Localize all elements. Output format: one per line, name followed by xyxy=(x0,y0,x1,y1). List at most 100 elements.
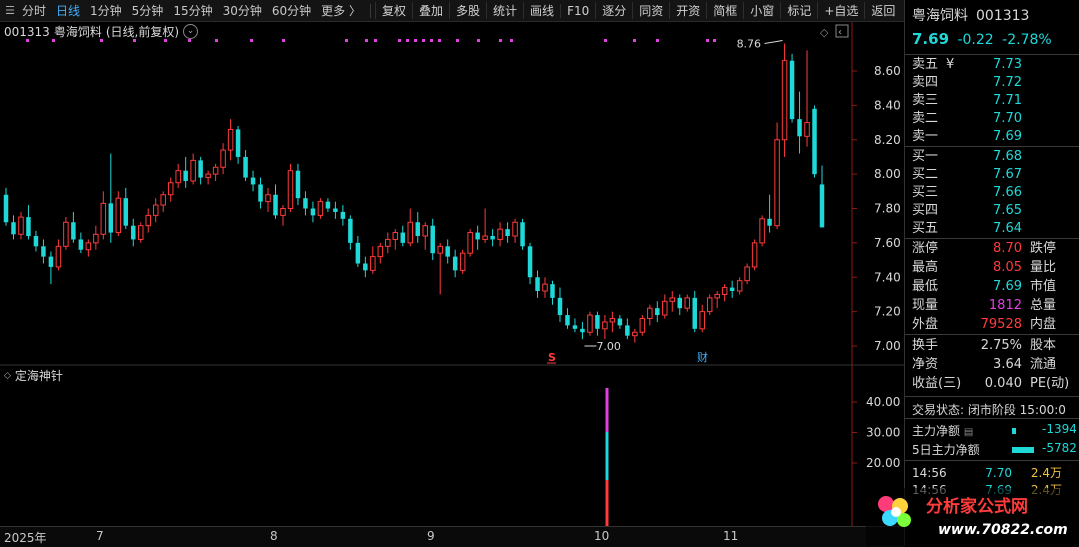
divider xyxy=(905,238,1079,239)
stock-name: 粤海饲料 xyxy=(912,8,968,24)
stat-row: 涨停 8.70 跌停 xyxy=(912,240,1056,258)
ask-price: 7.72 xyxy=(993,75,1022,90)
stat-value: 8.70 xyxy=(993,241,1022,256)
chart-name: 粤海饲料 xyxy=(53,25,102,39)
stat-label: 市值 xyxy=(1030,279,1057,294)
multi-stock-button[interactable]: 多股 xyxy=(449,2,486,19)
tab-30min[interactable]: 30分钟 xyxy=(218,2,267,19)
signal-dot xyxy=(430,39,433,42)
stat-value: 1812 xyxy=(988,298,1022,313)
candlestick-chart[interactable]: 8.60 8.40 8.20 8.00 7.80 7.60 7.40 7.20 7.00 8.76… xyxy=(0,22,904,366)
signal-dot xyxy=(499,39,502,42)
settings-icon[interactable]: ☰ xyxy=(3,4,17,18)
chart-options-icon[interactable]: ⌄ xyxy=(183,24,199,39)
mark-button[interactable]: 标记 xyxy=(780,2,817,19)
y-tick-label: 7.20 xyxy=(874,305,901,319)
signal-dot xyxy=(633,39,636,42)
bid-row[interactable]: 买二 7.67 xyxy=(912,166,1022,184)
sell-mark[interactable]: S xyxy=(548,351,556,364)
y-tick-label: 7.40 xyxy=(874,270,901,284)
chevron-left-icon[interactable]: ‹ xyxy=(838,27,842,38)
indicator-name: 定海神针 xyxy=(14,369,63,383)
bid-price: 7.68 xyxy=(993,149,1022,164)
indicator-chart[interactable]: 40.00 30.00 20.00 xyxy=(0,364,904,526)
candle xyxy=(459,249,466,274)
stats-button[interactable]: 统计 xyxy=(486,2,523,19)
bid-row[interactable]: 买三 7.66 xyxy=(912,184,1022,202)
signal-dot xyxy=(713,39,716,42)
flow-bar xyxy=(1012,428,1016,434)
ask-price: 7.73 xyxy=(993,57,1022,72)
bid-label: 买二 xyxy=(912,167,939,182)
y-tick-label: 7.60 xyxy=(874,236,901,250)
signal-dot xyxy=(345,39,348,42)
small-window-button[interactable]: 小窗 xyxy=(743,2,780,19)
watermark-title: 分析家公式网 xyxy=(926,496,1028,517)
ask-row[interactable]: 卖一 7.69 xyxy=(912,128,1022,146)
divider xyxy=(905,146,1079,147)
ask-price: 7.69 xyxy=(993,129,1022,144)
indicator-y-tick: 30.00 xyxy=(866,426,900,440)
top-toolbar: ☰ 分时 日线 1分钟 5分钟 15分钟 30分钟 60分钟 更多 〉 复权 叠… xyxy=(0,0,904,22)
flow-info-icon[interactable]: ▤ xyxy=(964,427,973,438)
bid-row[interactable]: 买四 7.65 xyxy=(912,202,1022,220)
tab-60min[interactable]: 60分钟 xyxy=(267,2,316,19)
tick-price: 7.70 xyxy=(985,466,1012,480)
stat-label: 换手 xyxy=(912,338,939,353)
signal-dot xyxy=(477,39,480,42)
draw-line-button[interactable]: 画线 xyxy=(523,2,560,19)
ask-label: 卖五 xyxy=(912,57,939,72)
bid-row[interactable]: 买五 7.64 xyxy=(912,220,1022,238)
ask-row[interactable]: 卖四 7.72 xyxy=(912,74,1022,92)
divider xyxy=(905,54,1079,55)
candle xyxy=(317,198,324,219)
signal-dot xyxy=(215,39,218,42)
signal-dot xyxy=(398,39,401,42)
same-capital-button[interactable]: 同资 xyxy=(632,2,669,19)
x-label-aug: 8 xyxy=(270,529,278,543)
tab-1min[interactable]: 1分钟 xyxy=(85,2,127,19)
divider xyxy=(905,396,1079,397)
indicator-signal-bar xyxy=(605,388,609,526)
main-net-flow: 主力净额 ▤ -1394 xyxy=(912,422,1079,440)
tick-volume: 2.4万 xyxy=(1030,466,1062,480)
diamond-icon[interactable]: ◇ xyxy=(820,26,829,39)
high-price-label: 8.76 xyxy=(737,38,762,51)
bid-price: 7.64 xyxy=(993,221,1022,236)
indicator-collapse-icon[interactable]: ◇ xyxy=(4,371,11,381)
tab-15min[interactable]: 15分钟 xyxy=(168,2,217,19)
by-minute-button[interactable]: 逐分 xyxy=(595,2,632,19)
candle xyxy=(781,43,788,157)
tab-more[interactable]: 更多 〉 xyxy=(316,2,366,19)
back-button[interactable]: 返回 xyxy=(864,2,901,19)
add-watchlist-button[interactable]: +自选 xyxy=(817,2,864,19)
tab-daily[interactable]: 日线 xyxy=(51,2,85,19)
stat-label: 现量 xyxy=(912,298,939,313)
tab-5min[interactable]: 5分钟 xyxy=(127,2,169,19)
simple-frame-button[interactable]: 简框 xyxy=(706,2,743,19)
candle xyxy=(744,263,750,285)
ask-row[interactable]: 卖二 7.70 xyxy=(912,110,1022,128)
stat-label: 最低 xyxy=(912,279,939,294)
bid-row[interactable]: 买一 7.68 xyxy=(912,148,1022,166)
tab-intraday[interactable]: 分时 xyxy=(17,2,51,19)
y-tick-label: 8.40 xyxy=(874,98,901,112)
open-capital-button[interactable]: 开资 xyxy=(669,2,706,19)
finance-mark[interactable]: 财 xyxy=(697,350,708,364)
y-tick-label: 8.20 xyxy=(874,133,901,147)
chart-header: 001313 粤海饲料 (日线,前复权) ⌄ xyxy=(4,23,199,40)
stat-row: 最高 8.05 量比 xyxy=(912,259,1056,277)
ask-row[interactable]: 卖五 7.73 ¥ xyxy=(912,56,1022,74)
stat-row: 现量 1812 总量 xyxy=(912,297,1056,315)
f10-button[interactable]: F10 xyxy=(560,3,595,18)
ask-row[interactable]: 卖三 7.71 xyxy=(912,92,1022,110)
signal-dot xyxy=(406,39,409,42)
adjust-button[interactable]: 复权 xyxy=(374,2,412,19)
stat-label: 流通 xyxy=(1030,357,1057,372)
stat-label: 净资 xyxy=(912,357,939,372)
last-price: 7.69 xyxy=(912,30,950,48)
overlay-button[interactable]: 叠加 xyxy=(412,2,449,19)
stock-quote: 7.69 -0.22 -2.78% xyxy=(912,30,1056,48)
stat-label: 内盘 xyxy=(1030,317,1057,332)
stat-value: 79528 xyxy=(980,317,1022,332)
